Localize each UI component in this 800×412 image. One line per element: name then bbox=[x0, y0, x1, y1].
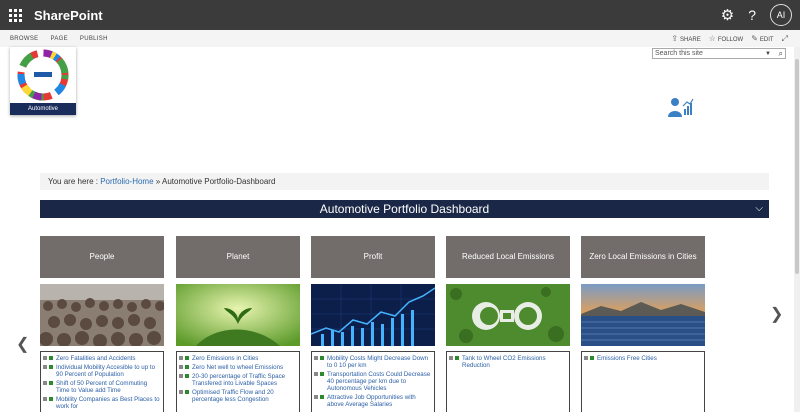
person-chart-icon[interactable] bbox=[666, 96, 694, 118]
card-profit[interactable]: Profit Mobility Costs Might Decrease Dow… bbox=[311, 236, 435, 412]
list-item[interactable]: Zero Emissions in Cities bbox=[179, 355, 297, 362]
gear-icon[interactable]: ⚙ bbox=[721, 6, 734, 24]
edit-label: EDIT bbox=[759, 37, 774, 43]
list-item[interactable]: Optimised Traffic Flow and 20 percentage… bbox=[179, 389, 297, 403]
list-item[interactable]: 20-30 percentage of Traffic Space Transf… bbox=[179, 373, 297, 387]
list-item-link[interactable]: Shift of 50 Percent of Commuting Time to… bbox=[56, 380, 161, 394]
chevron-left-icon[interactable]: ❮ bbox=[16, 334, 29, 354]
card-title[interactable]: Reduced Local Emissions bbox=[446, 236, 570, 278]
list-item-link[interactable]: Emissions Free Cities bbox=[597, 355, 657, 362]
search-icon[interactable]: ⌕ bbox=[779, 49, 783, 58]
list-item[interactable]: Zero Fatalities and Accidents bbox=[43, 355, 161, 362]
tab-publish[interactable]: PUBLISH bbox=[80, 36, 108, 42]
card-title[interactable]: Planet bbox=[176, 236, 300, 278]
share-label: SHARE bbox=[680, 37, 701, 43]
chevron-right-icon[interactable]: ❯ bbox=[770, 304, 783, 324]
share-icon: ⇪ bbox=[671, 34, 679, 43]
follow-label: FOLLOW bbox=[717, 37, 744, 43]
card-image-co2-grass bbox=[446, 284, 570, 346]
card-list: Mobility Costs Might Decrease Down to 0 … bbox=[311, 351, 435, 412]
list-item[interactable]: Attractive Job Opportunities with above … bbox=[314, 394, 432, 408]
card-list: Zero Fatalities and Accidents Individual… bbox=[40, 351, 164, 412]
card-planet[interactable]: Planet Zero Emissions in Cities Zero Net… bbox=[176, 236, 300, 412]
logo-label: Automotive bbox=[10, 103, 76, 115]
app-title[interactable]: SharePoint bbox=[34, 8, 103, 23]
card-image-solar-field bbox=[581, 284, 705, 346]
list-item[interactable]: Shift of 50 Percent of Commuting Time to… bbox=[43, 380, 161, 394]
card-title[interactable]: Zero Local Emissions in Cities bbox=[581, 236, 705, 278]
card-list: Zero Emissions in Cities Zero Net well t… bbox=[176, 351, 300, 412]
card-image-crowd bbox=[40, 284, 164, 346]
star-icon: ☆ bbox=[708, 34, 716, 43]
list-item-link[interactable]: Optimised Traffic Flow and 20 percentage… bbox=[192, 389, 297, 403]
card-reduced-local-emissions[interactable]: Reduced Local Emissions Tank to Wheel CO… bbox=[446, 236, 570, 412]
pencil-icon: ✎ bbox=[751, 34, 758, 43]
list-item-link[interactable]: Transportation Costs Could Decrease 40 p… bbox=[327, 371, 432, 392]
breadcrumb: You are here : Portfolio-Home » Automoti… bbox=[40, 173, 769, 190]
list-item-link[interactable]: 20-30 percentage of Traffic Space Transf… bbox=[192, 373, 297, 387]
vertical-scrollbar[interactable] bbox=[794, 47, 800, 412]
suite-bar: SharePoint ⚙ ? AI bbox=[0, 0, 800, 30]
breadcrumb-separator: » bbox=[153, 177, 162, 186]
list-item[interactable]: Emissions Free Cities bbox=[584, 355, 702, 362]
breadcrumb-current: Automotive Portfolio-Dashboard bbox=[162, 177, 276, 186]
list-item-link[interactable]: Mobility Companies as Best Places to wor… bbox=[56, 396, 161, 410]
tab-browse[interactable]: BROWSE bbox=[10, 36, 38, 42]
card-image-plant bbox=[176, 284, 300, 346]
list-item[interactable]: Individual Mobility Accesible to up to 9… bbox=[43, 364, 161, 378]
list-item[interactable]: Mobility Companies as Best Places to wor… bbox=[43, 396, 161, 410]
dashboard-title-bar: Automotive Portfolio Dashboard ⌵ bbox=[40, 200, 769, 218]
list-item-link[interactable]: Zero Fatalities and Accidents bbox=[56, 355, 135, 362]
help-icon[interactable]: ? bbox=[748, 7, 756, 23]
expand-icon[interactable]: ⤢ bbox=[782, 34, 788, 44]
list-item-link[interactable]: Mobility Costs Might Decrease Down to 0 … bbox=[327, 355, 432, 369]
tab-page[interactable]: PAGE bbox=[50, 36, 67, 42]
ribbon: BROWSE PAGE PUBLISH ⇪ SHARE ☆ FOLLOW ✎ EDIT… bbox=[0, 30, 800, 47]
list-item-link[interactable]: Individual Mobility Accesible to up to 9… bbox=[56, 364, 161, 378]
search-input[interactable]: Search this site ▼ ⌕ bbox=[652, 48, 786, 59]
page-title: Automotive Portfolio Dashboard bbox=[319, 202, 490, 216]
chevron-down-icon[interactable]: ⌵ bbox=[755, 200, 763, 218]
logo-graphic bbox=[17, 49, 69, 101]
avatar[interactable]: AI bbox=[770, 4, 792, 26]
list-item[interactable]: Transportation Costs Could Decrease 40 p… bbox=[314, 371, 432, 392]
share-button[interactable]: ⇪ SHARE bbox=[671, 34, 700, 43]
site-logo[interactable]: Automotive bbox=[10, 47, 76, 115]
card-list: Tank to Wheel CO2 Emissions Reduction bbox=[446, 351, 570, 412]
list-item[interactable]: Mobility Costs Might Decrease Down to 0 … bbox=[314, 355, 432, 369]
card-title[interactable]: Profit bbox=[311, 236, 435, 278]
list-item[interactable]: Zero Net well to wheel Emissions bbox=[179, 364, 297, 371]
card-image-finance-chart bbox=[311, 284, 435, 346]
card-list: Emissions Free Cities bbox=[581, 351, 705, 412]
waffle-icon[interactable] bbox=[0, 0, 30, 30]
list-item-link[interactable]: Attractive Job Opportunities with above … bbox=[327, 394, 432, 408]
breadcrumb-home-link[interactable]: Portfolio-Home bbox=[100, 177, 153, 186]
list-item-link[interactable]: Zero Net well to wheel Emissions bbox=[192, 364, 283, 371]
list-item-link[interactable]: Zero Emissions in Cities bbox=[192, 355, 258, 362]
list-item-link[interactable]: Tank to Wheel CO2 Emissions Reduction bbox=[462, 355, 567, 369]
edit-button[interactable]: ✎ EDIT bbox=[751, 34, 773, 43]
card-people[interactable]: People Zero Fatalities and Accidents Ind… bbox=[40, 236, 164, 412]
breadcrumb-prefix: You are here : bbox=[48, 177, 101, 186]
chevron-down-icon[interactable]: ▼ bbox=[765, 50, 771, 59]
card-zero-local-emissions-in-cities[interactable]: Zero Local Emissions in Cities Emissions… bbox=[581, 236, 705, 412]
card-title[interactable]: People bbox=[40, 236, 164, 278]
search-placeholder: Search this site bbox=[655, 50, 703, 57]
follow-button[interactable]: ☆ FOLLOW bbox=[709, 34, 744, 43]
list-item[interactable]: Tank to Wheel CO2 Emissions Reduction bbox=[449, 355, 567, 369]
